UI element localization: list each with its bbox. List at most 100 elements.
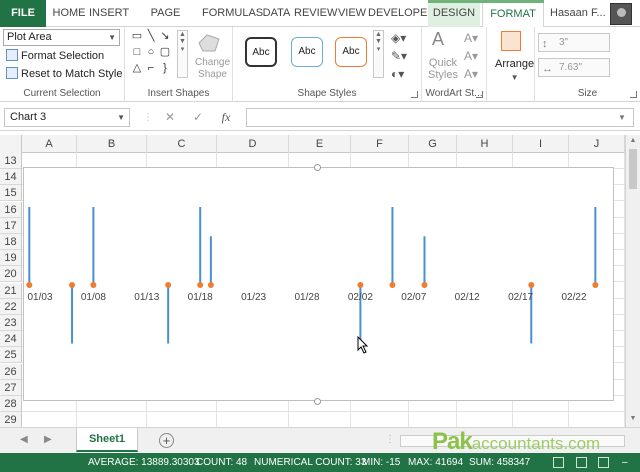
chart-data-point[interactable] — [389, 282, 396, 288]
row-header[interactable]: 25 — [0, 347, 22, 364]
rounded-rectangle-shape-icon[interactable]: ▢ — [159, 46, 171, 58]
column-header[interactable]: E — [289, 135, 351, 153]
page-break-view-icon[interactable] — [598, 457, 609, 468]
chart-data-point[interactable] — [165, 282, 172, 288]
tab-review[interactable]: REVIEW — [294, 0, 337, 27]
shapes-gallery-scroll[interactable]: ▲ ▼ ▾ — [177, 30, 188, 78]
tab-format[interactable]: FORMAT — [482, 0, 544, 28]
change-shape-button[interactable]: Change Shape — [195, 57, 230, 81]
shape-width-input[interactable]: ↔ 7.63" — [538, 58, 610, 77]
chart-element-dropdown[interactable]: Plot Area ▼ — [3, 29, 120, 46]
shape-outline-icon[interactable]: ✎▾ — [391, 49, 407, 63]
next-sheet-icon[interactable]: ▶ — [44, 434, 52, 445]
chart-data-point[interactable] — [592, 282, 599, 288]
normal-view-icon[interactable] — [553, 457, 564, 468]
insert-function-icon[interactable]: fx — [216, 108, 236, 127]
row-header[interactable]: 26 — [0, 363, 22, 380]
bracket-shape-icon[interactable]: ⌐ — [145, 62, 157, 74]
oval-shape-icon[interactable]: ○ — [145, 46, 157, 58]
shape-style-3[interactable]: Abc — [335, 37, 367, 67]
row-header[interactable]: 22 — [0, 298, 22, 315]
row-header[interactable]: 19 — [0, 250, 22, 267]
select-all-corner[interactable] — [0, 135, 22, 153]
cancel-icon[interactable]: ✕ — [160, 108, 180, 127]
formula-input[interactable] — [246, 108, 634, 127]
chart-plot-area[interactable]: 01/03 01/08 01/13 01/18 01/23 01/28 02/02 02/07… — [24, 168, 615, 402]
format-selection-button[interactable]: Format Selection — [6, 49, 104, 63]
name-box[interactable]: Chart 3 ▼ — [4, 108, 130, 127]
line-shape-icon[interactable]: ╲ — [145, 30, 157, 42]
user-name[interactable]: Hasaan F... — [550, 0, 606, 27]
resize-handle-top[interactable] — [314, 164, 321, 171]
sheet-tab-sheet1[interactable]: Sheet1 — [76, 428, 138, 452]
column-header[interactable]: D — [217, 135, 289, 153]
scroll-down-icon[interactable]: ▼ — [628, 415, 638, 425]
vertical-scrollbar[interactable]: ▲ ▼ — [625, 135, 640, 427]
tab-formulas[interactable]: FORMULAS — [202, 0, 263, 27]
triangle-shape-icon[interactable]: △ — [131, 62, 143, 74]
arrange-button[interactable]: Arrange ▼ — [495, 57, 534, 85]
row-header[interactable]: 28 — [0, 396, 22, 412]
tab-view[interactable]: VIEW — [337, 0, 367, 27]
column-header[interactable]: H — [457, 135, 513, 153]
shape-effects-icon[interactable]: ◐▾ — [391, 67, 404, 81]
column-header[interactable]: B — [77, 135, 147, 153]
prev-sheet-icon[interactable]: ◀ — [20, 434, 28, 445]
column-header[interactable]: C — [147, 135, 217, 153]
avatar[interactable] — [610, 3, 632, 25]
row-header[interactable]: 18 — [0, 234, 22, 250]
shape-style-2[interactable]: Abc — [291, 37, 323, 67]
chart-object[interactable]: 01/03 01/08 01/13 01/18 01/23 01/28 02/02 02/07… — [23, 164, 615, 405]
tab-page-layout[interactable]: PAGE LAYOUT — [130, 0, 201, 46]
column-header[interactable]: I — [513, 135, 569, 153]
chart-data-point[interactable] — [357, 282, 364, 288]
quick-styles-button[interactable]: Quick Styles — [428, 57, 458, 81]
row-header[interactable]: 23 — [0, 315, 22, 331]
text-fill-icon[interactable]: A▾ — [464, 31, 478, 45]
tab-file[interactable]: FILE — [0, 0, 46, 27]
chart-data-point[interactable] — [26, 282, 33, 288]
chart-data-point[interactable] — [69, 282, 76, 288]
column-header[interactable]: F — [351, 135, 409, 153]
expand-formula-bar-icon[interactable]: ▼ — [612, 108, 632, 127]
zoom-out-icon[interactable]: – — [622, 453, 628, 472]
chart-data-point[interactable] — [207, 282, 214, 288]
tab-design[interactable]: DESIGN — [428, 0, 480, 27]
curly-brace-shape-icon[interactable]: } — [159, 62, 171, 74]
row-header[interactable]: 21 — [0, 282, 22, 299]
textbox-shape-icon[interactable]: ▭ — [131, 30, 143, 42]
row-header[interactable]: 13 — [0, 153, 22, 169]
reset-to-match-style-button[interactable]: Reset to Match Style — [6, 67, 123, 81]
resize-handle-bottom[interactable] — [314, 398, 321, 405]
tab-data[interactable]: DATA — [260, 0, 293, 27]
shape-style-1[interactable]: Abc — [245, 37, 277, 67]
row-header[interactable]: 20 — [0, 266, 22, 283]
chart-data-point[interactable] — [528, 282, 535, 288]
enter-icon[interactable]: ✓ — [188, 108, 208, 127]
chart-data-point[interactable] — [90, 282, 97, 288]
shape-fill-icon[interactable]: ◈▾ — [391, 31, 406, 45]
chart-data-point[interactable] — [197, 282, 204, 288]
row-header[interactable]: 29 — [0, 412, 22, 427]
rectangle-shape-icon[interactable]: □ — [131, 46, 143, 58]
arrow-shape-icon[interactable]: ↘ — [159, 30, 171, 42]
tab-insert[interactable]: INSERT — [89, 0, 129, 27]
column-header[interactable]: A — [22, 135, 77, 153]
shape-styles-gallery-scroll[interactable]: ▲ ▼ ▾ — [373, 30, 384, 78]
row-header[interactable]: 27 — [0, 379, 22, 396]
scroll-up-icon[interactable]: ▲ — [628, 137, 638, 147]
text-effects-icon[interactable]: A▾ — [464, 67, 478, 81]
row-header[interactable]: 14 — [0, 169, 22, 186]
row-header[interactable]: 16 — [0, 201, 22, 218]
dialog-launcher-icon[interactable] — [476, 91, 483, 98]
page-layout-view-icon[interactable] — [576, 457, 587, 468]
shape-height-input[interactable]: ↕ 3" — [538, 33, 610, 52]
column-header[interactable]: J — [569, 135, 625, 153]
row-header[interactable]: 15 — [0, 185, 22, 202]
text-outline-icon[interactable]: A▾ — [464, 49, 478, 63]
column-header[interactable]: G — [409, 135, 457, 153]
row-header[interactable]: 24 — [0, 331, 22, 348]
dialog-launcher-icon[interactable] — [411, 91, 418, 98]
chart-data-point[interactable] — [421, 282, 428, 288]
tab-developer[interactable]: DEVELOPER — [368, 0, 435, 27]
